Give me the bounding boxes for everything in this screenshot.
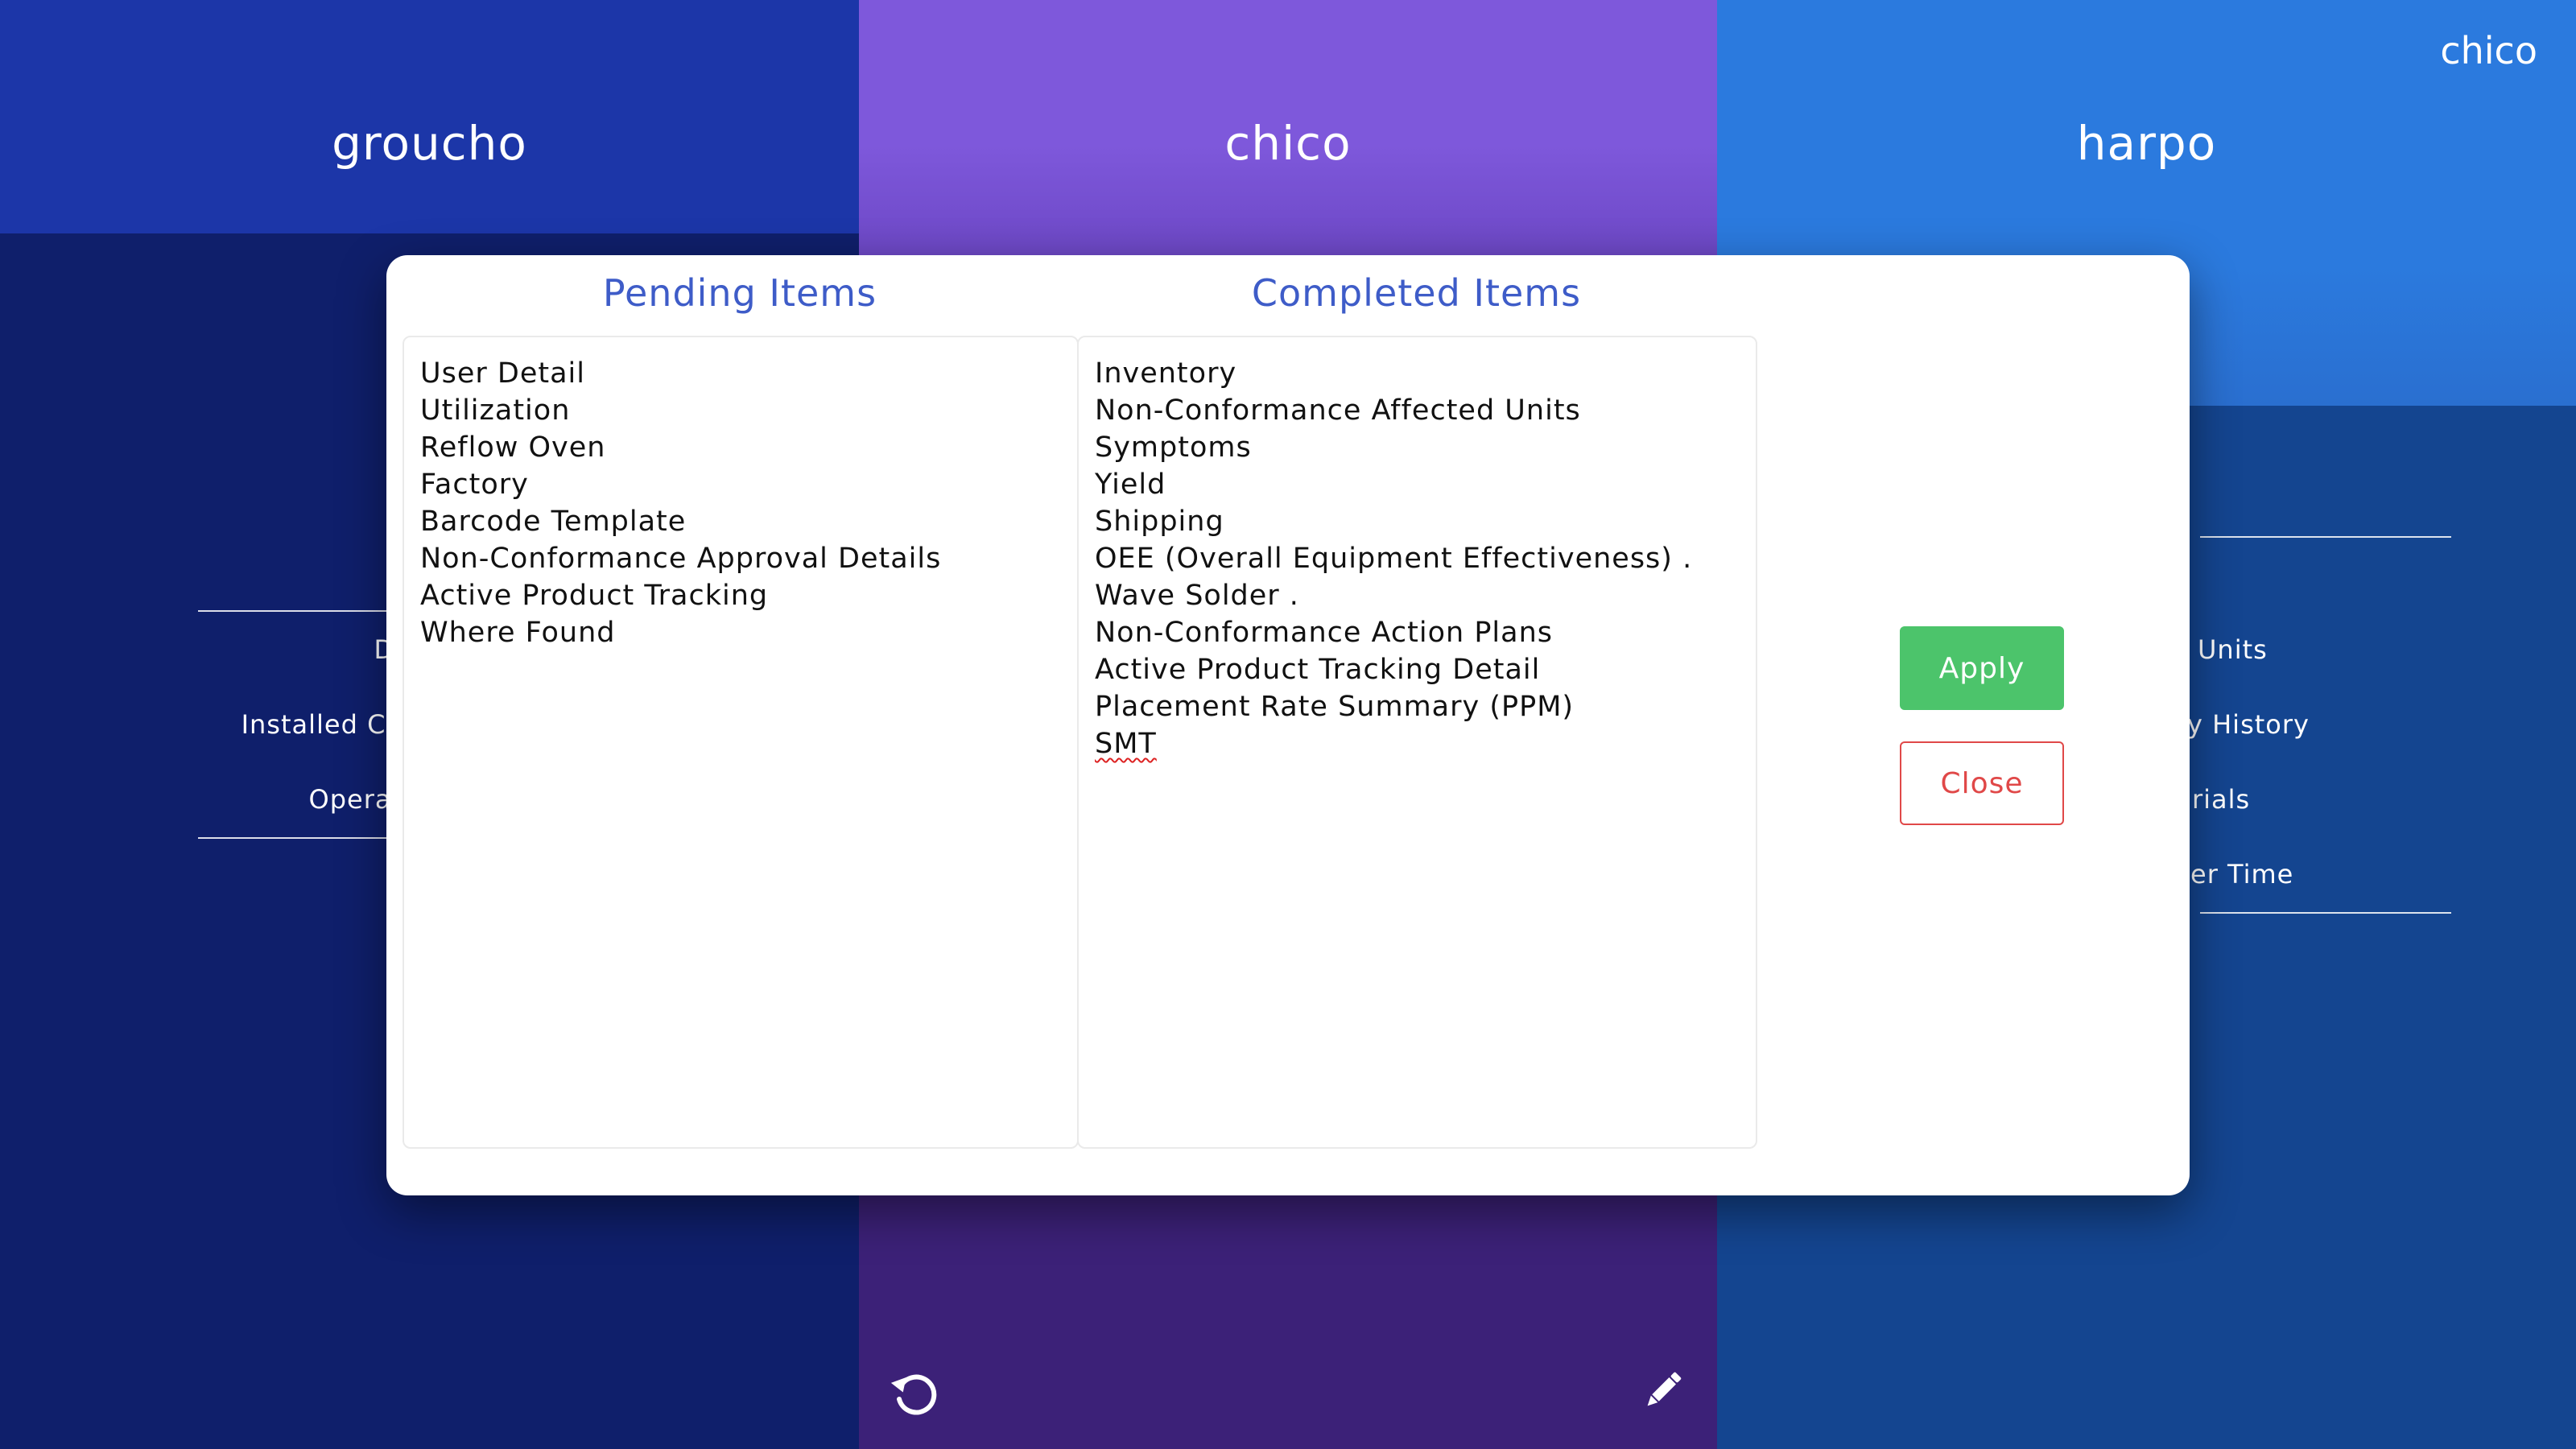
list-item[interactable]: Placement Rate Summary (PPM) <box>1095 688 1740 725</box>
list-item[interactable]: Barcode Template <box>420 503 1061 540</box>
left-menu-item-2[interactable]: Installed Co <box>242 709 402 740</box>
right-menu-item-1[interactable]: Units <box>2198 634 2268 665</box>
items-modal: Pending Items Completed Items User Detai… <box>386 255 2190 1195</box>
list-item[interactable]: Inventory <box>1095 355 1740 392</box>
pending-items-list[interactable]: User Detail Utilization Reflow Oven Fact… <box>402 336 1079 1149</box>
list-item[interactable]: Factory <box>420 466 1061 503</box>
column-title: chico <box>1224 116 1352 171</box>
list-item[interactable]: OEE (Overall Equipment Effectiveness) . <box>1095 540 1740 577</box>
list-item[interactable]: Non-Conformance Approval Details <box>420 540 1061 577</box>
list-item[interactable]: Reflow Oven <box>420 429 1061 466</box>
menu-divider <box>2200 536 2451 538</box>
close-button[interactable]: Close <box>1900 741 2064 825</box>
column-header-chico[interactable]: chico <box>859 0 1717 256</box>
list-item[interactable]: Symptoms <box>1095 429 1740 466</box>
list-item[interactable]: SMT <box>1095 725 1740 762</box>
pending-items-title: Pending Items <box>602 271 877 315</box>
menu-divider <box>2200 912 2451 914</box>
list-item[interactable]: Wave Solder . <box>1095 577 1740 614</box>
right-menu-item-4[interactable]: er Time <box>2190 859 2293 890</box>
list-item[interactable]: Shipping <box>1095 503 1740 540</box>
completed-items-title: Completed Items <box>1251 271 1582 315</box>
list-item[interactable]: User Detail <box>420 355 1061 392</box>
right-menu-item-2[interactable]: y History <box>2187 709 2310 740</box>
list-item[interactable]: Non-Conformance Action Plans <box>1095 614 1740 651</box>
list-item[interactable]: Active Product Tracking Detail <box>1095 651 1740 688</box>
completed-items-list[interactable]: Inventory Non-Conformance Affected Units… <box>1077 336 1757 1149</box>
list-item[interactable]: Where Found <box>420 614 1061 651</box>
right-menu-item-3[interactable]: rials <box>2192 784 2250 815</box>
list-item[interactable]: Yield <box>1095 466 1740 503</box>
refresh-icon[interactable] <box>890 1368 941 1420</box>
list-item[interactable]: Active Product Tracking <box>420 577 1061 614</box>
pencil-icon[interactable] <box>1637 1365 1688 1417</box>
apply-button[interactable]: Apply <box>1900 626 2064 710</box>
list-item[interactable]: Utilization <box>420 392 1061 429</box>
list-item[interactable]: Non-Conformance Affected Units <box>1095 392 1740 429</box>
